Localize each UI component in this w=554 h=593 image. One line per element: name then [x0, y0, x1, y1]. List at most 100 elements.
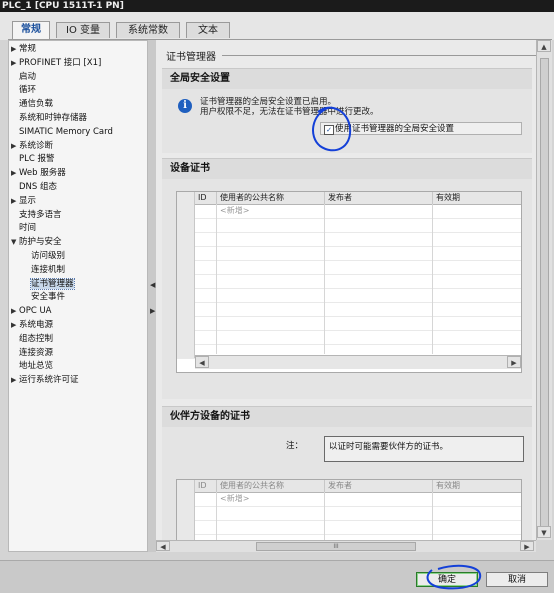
column-subject-cn[interactable]: 使用者的公共名称	[217, 192, 325, 204]
tree-item[interactable]: ▶ PROFINET 接口 [X1]	[11, 57, 101, 70]
column-validity[interactable]: 有效期	[433, 192, 521, 204]
column-id[interactable]: ID	[195, 480, 217, 492]
table-row[interactable]	[177, 274, 521, 289]
collapsed-arrow-icon[interactable]: ▶	[11, 319, 19, 332]
scroll-right-icon[interactable]: ▶	[520, 541, 534, 551]
tab-general[interactable]: 常规	[12, 21, 50, 39]
tree-item[interactable]: 地址总览	[11, 360, 53, 373]
collapsed-arrow-icon[interactable]: ▶	[11, 305, 19, 318]
row-header[interactable]	[177, 492, 195, 506]
row-header[interactable]	[177, 218, 195, 232]
collapsed-arrow-icon[interactable]: ▶	[11, 140, 19, 153]
collapsed-arrow-icon[interactable]: ▶	[11, 195, 19, 208]
tree-item[interactable]: ▶ OPC UA	[11, 305, 52, 318]
tree-item-label: PROFINET 接口 [X1]	[19, 57, 102, 68]
tree-item[interactable]: 系统和时钟存储器	[11, 112, 87, 125]
row-header[interactable]	[177, 260, 195, 274]
table-row[interactable]	[177, 316, 521, 331]
tree-item[interactable]: DNS 组态	[11, 181, 57, 194]
tree-item[interactable]: ▶ Web 服务器	[11, 167, 66, 180]
collapsed-arrow-icon[interactable]: ▶	[11, 167, 19, 180]
content-hscroll[interactable]: ◀ III ▶	[156, 540, 536, 552]
table-hscroll[interactable]: ◀ ▶	[195, 355, 521, 369]
collapsed-arrow-icon[interactable]: ▶	[11, 57, 19, 70]
row-header[interactable]	[177, 330, 195, 344]
expanded-arrow-icon[interactable]: ▼	[11, 236, 19, 249]
add-new-cell[interactable]: <新增>	[220, 492, 249, 505]
tree-item[interactable]: 连接机制	[23, 264, 65, 277]
row-header[interactable]	[177, 302, 195, 316]
table-row[interactable]: <新增>	[177, 204, 521, 219]
note-label: 注：	[286, 441, 304, 451]
tab-io-tags[interactable]: IO 变量	[56, 22, 110, 38]
column-issuer[interactable]: 发布者	[325, 192, 433, 204]
scroll-down-icon[interactable]: ▼	[537, 526, 551, 538]
row-header[interactable]	[177, 506, 195, 520]
column-issuer[interactable]: 发布者	[325, 480, 433, 492]
table-row[interactable]	[177, 302, 521, 317]
row-header[interactable]	[177, 246, 195, 260]
scroll-left-icon[interactable]: ◀	[195, 356, 209, 368]
collapsed-arrow-icon[interactable]: ▶	[11, 374, 19, 387]
tree-item[interactable]: 启动	[11, 71, 36, 84]
row-header[interactable]	[177, 316, 195, 330]
column-subject-cn[interactable]: 使用者的公共名称	[217, 480, 325, 492]
collapse-left-icon[interactable]: ◀	[150, 280, 155, 290]
global-settings-checkbox[interactable]: ✓	[324, 125, 334, 135]
tree-item[interactable]: ▶ 系统电源	[11, 319, 53, 332]
table-row[interactable]	[177, 218, 521, 233]
expand-right-icon[interactable]: ▶	[150, 306, 155, 316]
tab-texts[interactable]: 文本	[186, 22, 230, 38]
tree-item[interactable]: 循环	[11, 84, 36, 97]
global-settings-checkbox-row[interactable]: ✓ 使用证书管理器的全局安全设置	[320, 122, 522, 135]
tree-item[interactable]: 证书管理器	[23, 277, 75, 291]
row-header[interactable]	[177, 274, 195, 288]
collapsed-arrow-icon[interactable]: ▶	[11, 43, 19, 56]
row-header[interactable]	[177, 344, 195, 358]
table-row[interactable]	[177, 246, 521, 261]
scroll-left-icon[interactable]: ◀	[156, 541, 170, 551]
content-vscroll[interactable]: ▲ ▼	[536, 40, 552, 540]
column-validity[interactable]: 有效期	[433, 480, 521, 492]
tree-item[interactable]: 通信负载	[11, 98, 53, 111]
row-header[interactable]	[177, 520, 195, 534]
table-row[interactable]	[177, 288, 521, 303]
table-row[interactable]	[177, 520, 521, 535]
hscroll-thumb[interactable]: III	[256, 542, 416, 551]
tree-item[interactable]: 时间	[11, 222, 36, 235]
tree-item[interactable]: ▼ 防护与安全	[11, 236, 62, 249]
ok-button[interactable]: 确定	[416, 572, 478, 587]
column-id[interactable]: ID	[195, 192, 217, 204]
tree-item[interactable]: 访问级别	[23, 250, 65, 263]
table-row[interactable]	[177, 260, 521, 275]
table-row[interactable]	[177, 232, 521, 247]
scroll-right-icon[interactable]: ▶	[507, 356, 521, 368]
tree-item-label: OPC UA	[19, 306, 52, 317]
vscroll-thumb[interactable]	[540, 58, 549, 528]
device-certificates-table[interactable]: ID 使用者的公共名称 发布者 有效期 <新增> ◀ ▶	[176, 191, 522, 373]
add-new-cell[interactable]: <新增>	[220, 204, 249, 217]
tree-item[interactable]: 安全事件	[23, 291, 65, 304]
row-header[interactable]	[177, 232, 195, 246]
table-row[interactable]	[177, 506, 521, 521]
cancel-button[interactable]: 取消	[486, 572, 548, 587]
tree-item[interactable]: ▶ 常规	[11, 43, 36, 56]
partner-certificates-table[interactable]: ID 使用者的公共名称 发布者 有效期 <新增>	[176, 479, 522, 540]
row-header[interactable]	[177, 204, 195, 218]
tree-item[interactable]: 组态控制	[11, 333, 53, 346]
tree-item[interactable]: 连接资源	[11, 347, 53, 360]
tree-item[interactable]: ▶ 运行系统许可证	[11, 374, 79, 387]
tree-item[interactable]: ▶ 系统诊断	[11, 140, 53, 153]
table-row[interactable]: <新增>	[177, 492, 521, 507]
tree-item[interactable]: SIMATIC Memory Card	[11, 126, 113, 139]
tab-system-constants[interactable]: 系统常数	[116, 22, 180, 38]
tree-item[interactable]: 支持多语言	[11, 209, 62, 222]
tree-item-label: 系统电源	[19, 320, 54, 330]
splitter[interactable]: ◀ ▶	[148, 40, 156, 552]
row-header[interactable]	[177, 288, 195, 302]
table-row[interactable]	[177, 330, 521, 345]
scroll-up-icon[interactable]: ▲	[537, 40, 551, 52]
partner-certificates-heading: 伙伴方设备的证书	[162, 407, 532, 427]
tree-item[interactable]: PLC 报警	[11, 153, 55, 166]
tree-item[interactable]: ▶ 显示	[11, 195, 36, 208]
